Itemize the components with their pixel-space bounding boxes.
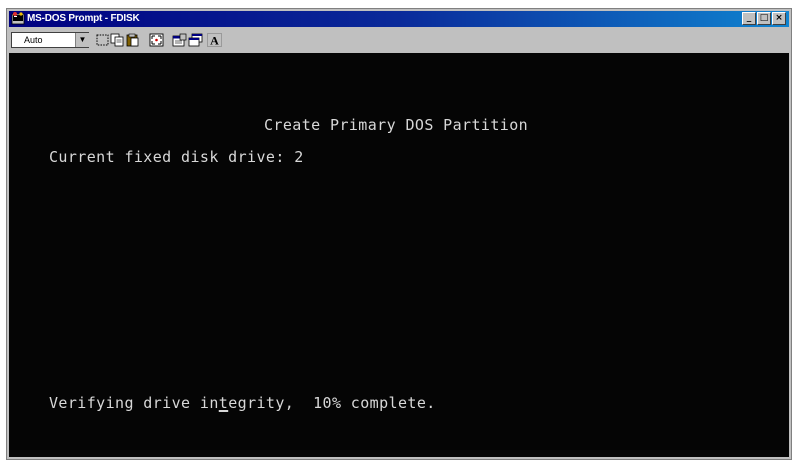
paste-icon[interactable] (125, 33, 140, 47)
minimize-button[interactable]: _ (742, 12, 756, 25)
properties-icon[interactable] (172, 33, 187, 47)
copy-icon[interactable] (110, 33, 125, 47)
font-icon[interactable]: A (207, 33, 222, 47)
mark-icon[interactable] (95, 33, 110, 47)
console-heading: Create Primary DOS Partition (264, 116, 529, 134)
full-screen-icon[interactable] (149, 33, 164, 47)
background-icon[interactable] (188, 33, 203, 47)
maximize-button[interactable]: □ (757, 12, 771, 25)
font-size-value: Auto (24, 35, 43, 45)
window-title: MS-DOS Prompt - FDISK (27, 13, 140, 24)
chevron-down-icon[interactable]: ▼ (75, 33, 89, 47)
status-text-end: egrity, 10% complete. (228, 394, 436, 412)
toolbar: Auto ▼ A (9, 29, 789, 51)
console-screen[interactable]: Create Primary DOS Partition Current fix… (9, 53, 789, 457)
text-cursor: t (218, 394, 229, 412)
status-line: Verifying drive integrity, 10% complete. (49, 394, 436, 412)
msdos-app-icon[interactable] (11, 12, 25, 25)
font-size-select[interactable]: Auto ▼ (11, 32, 89, 48)
current-drive-line: Current fixed disk drive: 2 (49, 148, 304, 166)
close-button[interactable]: × (772, 12, 786, 25)
title-buttons: _ □ × (742, 12, 786, 26)
msdos-window: MS-DOS Prompt - FDISK _ □ × Auto ▼ A Cre… (6, 8, 792, 460)
status-text-start: Verifying drive in (49, 394, 219, 412)
svg-text:A: A (210, 34, 219, 48)
title-bar[interactable]: MS-DOS Prompt - FDISK _ □ × (9, 11, 789, 27)
